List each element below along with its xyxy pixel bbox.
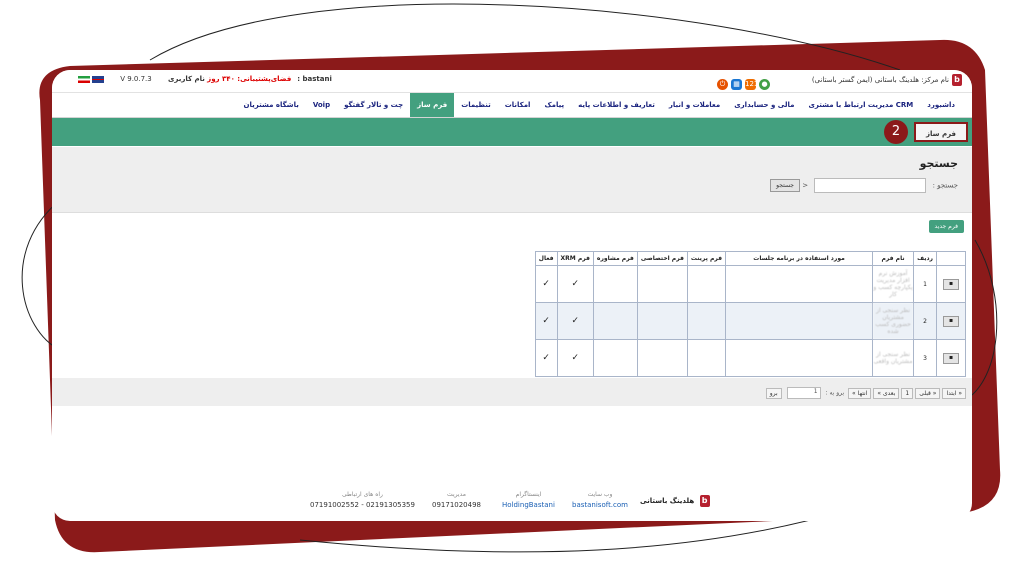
footer-logo-icon: b (699, 495, 710, 507)
search-button[interactable]: جستجو (770, 179, 801, 192)
goto-input[interactable]: 1 (786, 387, 821, 399)
column-header: فرم اختصاصی (636, 251, 688, 266)
form-builder-button[interactable]: فرم ساز (914, 122, 968, 142)
pager: « ابتدا« قبلی1بعدی »انتها » برو به : 1 ب… (764, 387, 966, 399)
forms-table: ردیف نام فرم مورد استفاده در برنامه جلسا… (534, 251, 966, 377)
power-icon[interactable]: ⏻ (717, 79, 728, 90)
support-days-label: فضای‌پشتیبانی: ۳۴۰ روز (207, 75, 292, 83)
footer: هلدینگ باستانی b وب سایت bastanisoft.com … (52, 483, 972, 521)
footer-brand: هلدینگ باستانی b (640, 495, 710, 507)
pager-next[interactable]: بعدی » (873, 387, 900, 399)
menu-item[interactable]: داشبورد (920, 93, 962, 117)
pager-first[interactable]: « ابتدا (942, 387, 966, 399)
xrm-check-icon: ✓ (556, 339, 594, 377)
app-screen: V 9.0.7.3 فضای‌پشتیبانی: ۳۴۰ روز نام کار… (52, 70, 972, 521)
menu-item[interactable]: امکانات (498, 93, 538, 117)
footer-management: مدیریت 09171020498 (432, 491, 481, 509)
company-logo-icon: b (952, 74, 962, 86)
search-label: جستجو : (932, 181, 958, 190)
row-menu-button[interactable]: ▪ (943, 352, 959, 364)
menu-item[interactable]: فرم ساز (410, 93, 455, 117)
active-check-icon: ✓ (534, 302, 558, 340)
form-name: آموزش نرم افزار مدیریت یکپارچه کسب و کار (872, 265, 915, 303)
arrow-icon: < (802, 181, 809, 190)
menu-item[interactable]: تعاریف و اطلاعات پایه (571, 93, 662, 117)
column-header: نام فرم (872, 251, 915, 266)
center-title: bنام مرکز: هلدینگ باستانی (ایمن گستر باس… (812, 74, 962, 86)
footer-website: وب سایت bastanisoft.com (572, 491, 628, 509)
pager-page[interactable]: 1 (901, 387, 914, 399)
footer-instagram: اینستاگرام HoldingBastani (502, 491, 555, 509)
row-menu-button[interactable]: ▪ (943, 315, 959, 327)
toolbar: فرم ساز 2 (52, 118, 972, 146)
top-bar: V 9.0.7.3 فضای‌پشتیبانی: ۳۴۰ روز نام کار… (52, 70, 972, 93)
active-check-icon: ✓ (534, 339, 558, 377)
active-check-icon: ✓ (534, 265, 558, 303)
xrm-check-icon: ✓ (556, 265, 594, 303)
menu-item[interactable]: پیامک (537, 93, 571, 117)
table-row: ▪ 1 آموزش نرم افزار مدیریت یکپارچه کسب و… (534, 265, 966, 303)
pager-bar: « ابتدا« قبلی1بعدی »انتها » برو به : 1 ب… (52, 378, 972, 406)
table-row: ▪ 3 نظر سنجی از مشتریان واقعی ✓ ✓ (534, 339, 966, 377)
row-number: 1 (913, 265, 937, 303)
column-header: فعال (534, 251, 558, 266)
column-header: فرم XRM (556, 251, 594, 266)
menu-item[interactable]: Voip (306, 93, 337, 117)
goto-button[interactable]: برو (765, 387, 782, 399)
menu-item[interactable]: مدیریت ارتباط با مشتری CRM (801, 93, 920, 117)
main-menu: داشبورد مدیریت ارتباط با مشتری CRM مالی و … (52, 93, 972, 118)
column-header: فرم پرینت (686, 251, 727, 266)
search-title: جستجو (919, 157, 958, 170)
form-name: نظر سنجی از مشتریان واقعی (872, 339, 915, 377)
new-form-button[interactable]: فرم جدید (928, 220, 964, 233)
pager-prev[interactable]: « قبلی (915, 387, 941, 399)
top-icons: ⏻ ▦ 121 ● (714, 74, 770, 93)
search-input[interactable] (814, 178, 927, 193)
uk-flag-icon[interactable] (92, 75, 104, 83)
row-number: 3 (913, 339, 937, 377)
search-row: جستجو : < جستجو (770, 178, 958, 193)
menu-item[interactable]: باشگاه مشتریان (237, 93, 306, 117)
search-panel: جستجو جستجو : < جستجو (52, 147, 972, 213)
menu-list: داشبورد مدیریت ارتباط با مشتری CRM مالی و … (237, 93, 962, 117)
column-header-actions (936, 251, 966, 266)
version-label: V 9.0.7.3 (120, 75, 152, 83)
row-menu-button[interactable]: ▪ (943, 278, 959, 290)
top-bar-left: V 9.0.7.3 فضای‌پشتیبانی: ۳۴۰ روز نام کار… (78, 75, 332, 83)
menu-item[interactable]: معاملات و انبار (662, 93, 727, 117)
menu-item[interactable]: مالی و حسابداری (727, 93, 801, 117)
website-link[interactable]: bastanisoft.com (572, 501, 628, 509)
message-icon[interactable]: 121 (745, 79, 758, 90)
table-row: ▪ 2 نظر سنجی از مشتریان حضوری کسب شده ✓ … (534, 302, 966, 340)
column-header: مورد استفاده در برنامه جلسات (725, 251, 874, 266)
instagram-link[interactable]: HoldingBastani (502, 501, 555, 509)
xrm-check-icon: ✓ (556, 302, 594, 340)
column-header: فرم مشاوره (592, 251, 638, 266)
footer-contact: راه های ارتباطی 07191002552 - 02191305359 (310, 491, 415, 509)
chat-icon[interactable]: ● (759, 79, 770, 90)
menu-item[interactable]: تنظیمات (454, 93, 498, 117)
iran-flag-icon[interactable] (78, 75, 90, 83)
goto-label: برو به : (825, 389, 845, 397)
column-header: ردیف (913, 251, 937, 266)
pager-last[interactable]: انتها » (848, 387, 872, 399)
menu-item[interactable]: چت و تالار گفتگو (337, 93, 410, 117)
calendar-icon[interactable]: ▦ (731, 79, 742, 90)
row-number: 2 (913, 302, 937, 340)
step-badge: 2 (884, 120, 908, 144)
form-name: نظر سنجی از مشتریان حضوری کسب شده (872, 302, 915, 340)
